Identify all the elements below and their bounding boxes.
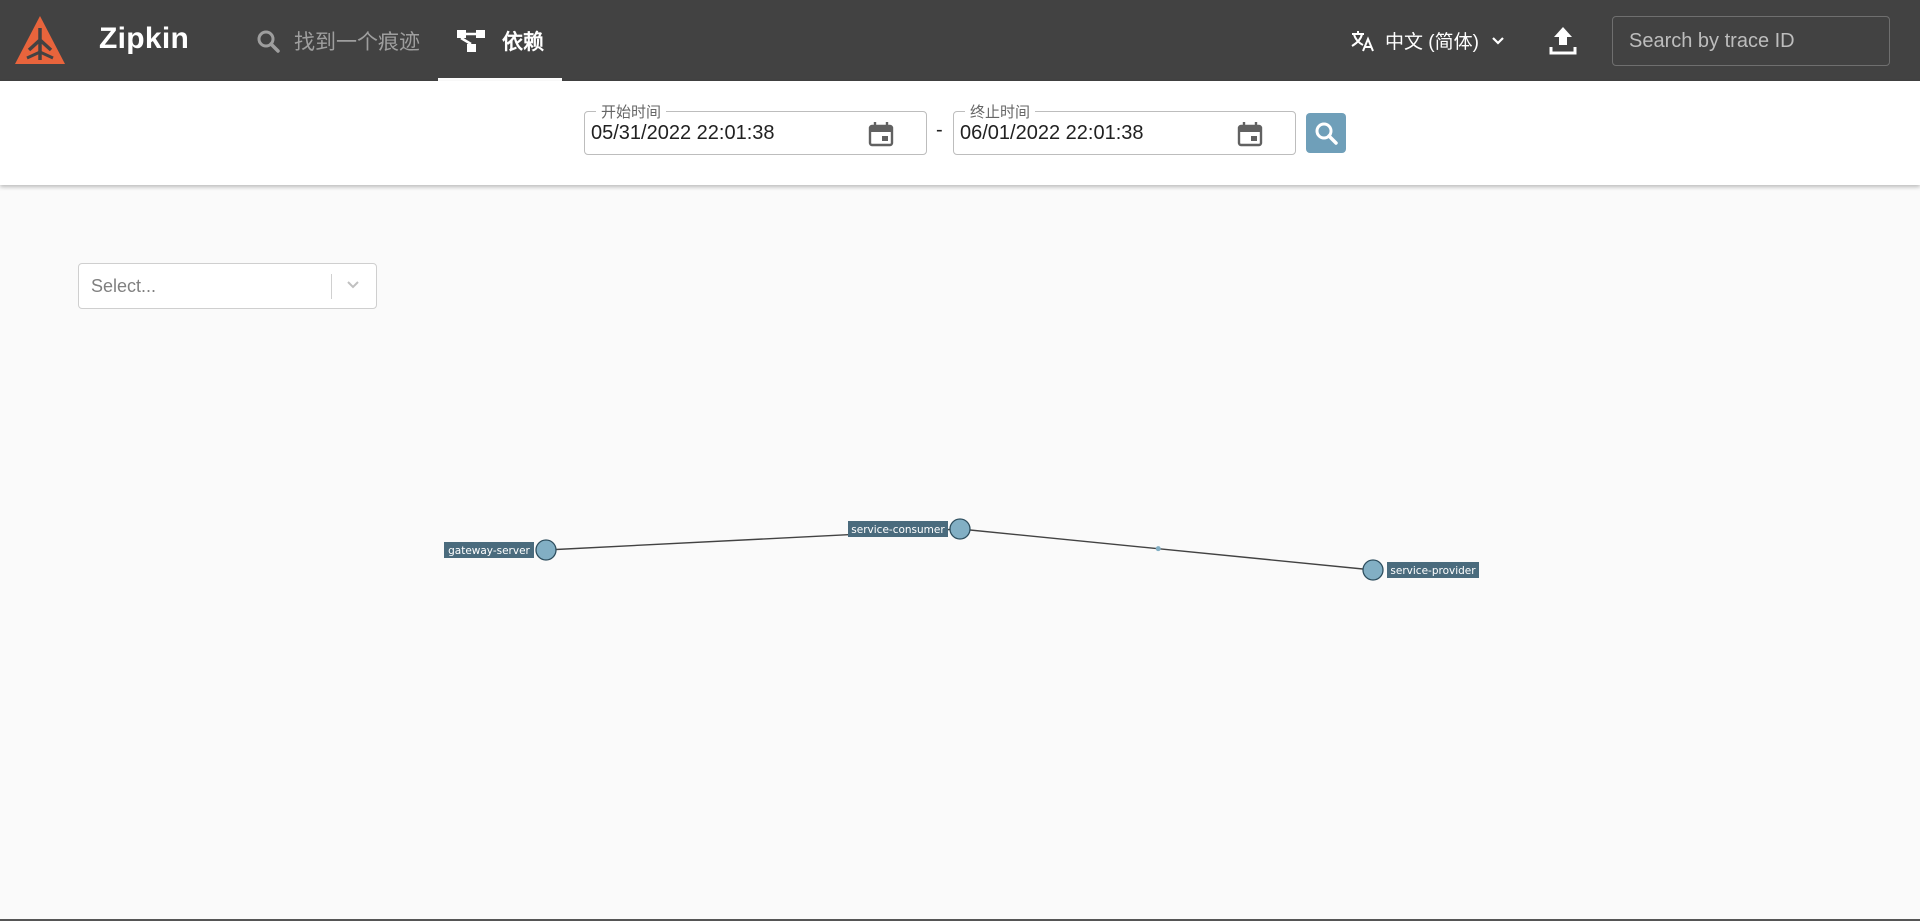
start-time-value[interactable]: 05/31/2022 22:01:38	[591, 122, 775, 145]
dependency-graph-icon	[457, 29, 485, 52]
node-label: gateway-server	[448, 545, 530, 557]
language-selector[interactable]: 中文 (简体)	[1350, 0, 1505, 81]
trace-id-search-input[interactable]	[1612, 16, 1890, 66]
node-circle[interactable]	[1362, 559, 1384, 581]
node-label-bg	[444, 542, 534, 558]
nav-find-trace-label: 找到一个痕迹	[294, 30, 420, 54]
calendar-icon[interactable]	[868, 121, 894, 147]
service-node[interactable]: service-provider	[1362, 559, 1479, 581]
service-node[interactable]: service-consumer	[848, 518, 971, 540]
node-circle[interactable]	[535, 539, 557, 561]
app-bar: Zipkin 找到一个痕迹 依赖 中文 (简体)	[0, 0, 1920, 81]
end-time-label: 终止时间	[965, 101, 1036, 122]
node-label: service-provider	[1390, 565, 1476, 577]
search-button[interactable]	[1306, 113, 1346, 153]
calendar-icon[interactable]	[1237, 121, 1263, 147]
date-separator: -	[936, 119, 943, 141]
select-divider	[331, 274, 332, 299]
zipkin-logo-icon[interactable]	[13, 14, 67, 68]
end-time-value[interactable]: 06/01/2022 22:01:38	[960, 122, 1144, 145]
node-circle[interactable]	[949, 518, 971, 540]
node-label: service-consumer	[851, 524, 945, 536]
edge-traffic-dot	[1155, 546, 1161, 552]
start-time-field[interactable]: 开始时间 05/31/2022 22:01:38	[584, 101, 927, 155]
node-label-bg	[1387, 562, 1479, 578]
dependency-edge[interactable]	[545, 528, 961, 551]
brand-title[interactable]: Zipkin	[99, 22, 189, 56]
translate-icon	[1351, 30, 1374, 51]
service-select-placeholder: Select...	[91, 276, 157, 296]
node-label-bg	[848, 521, 948, 537]
dependency-edge[interactable]	[959, 528, 1374, 571]
nav-find-trace[interactable]: 找到一个痕迹	[256, 0, 420, 81]
chevron-down-icon[interactable]	[345, 277, 361, 293]
start-time-label: 开始时间	[596, 101, 667, 122]
service-node[interactable]: gateway-server	[444, 539, 557, 561]
end-time-field[interactable]: 终止时间 06/01/2022 22:01:38	[953, 101, 1296, 155]
language-label: 中文 (简体)	[1385, 32, 1479, 53]
service-select[interactable]: Select...	[78, 263, 377, 309]
search-icon	[257, 30, 280, 53]
search-icon	[1315, 122, 1338, 145]
date-range-bar: 开始时间 05/31/2022 22:01:38 - 终止时间 06/01/20…	[0, 81, 1920, 185]
upload-icon[interactable]	[1548, 25, 1578, 55]
nav-dependencies-label: 依赖	[502, 30, 544, 54]
chevron-down-icon	[1492, 36, 1504, 45]
nav-dependencies[interactable]: 依赖	[438, 0, 562, 81]
